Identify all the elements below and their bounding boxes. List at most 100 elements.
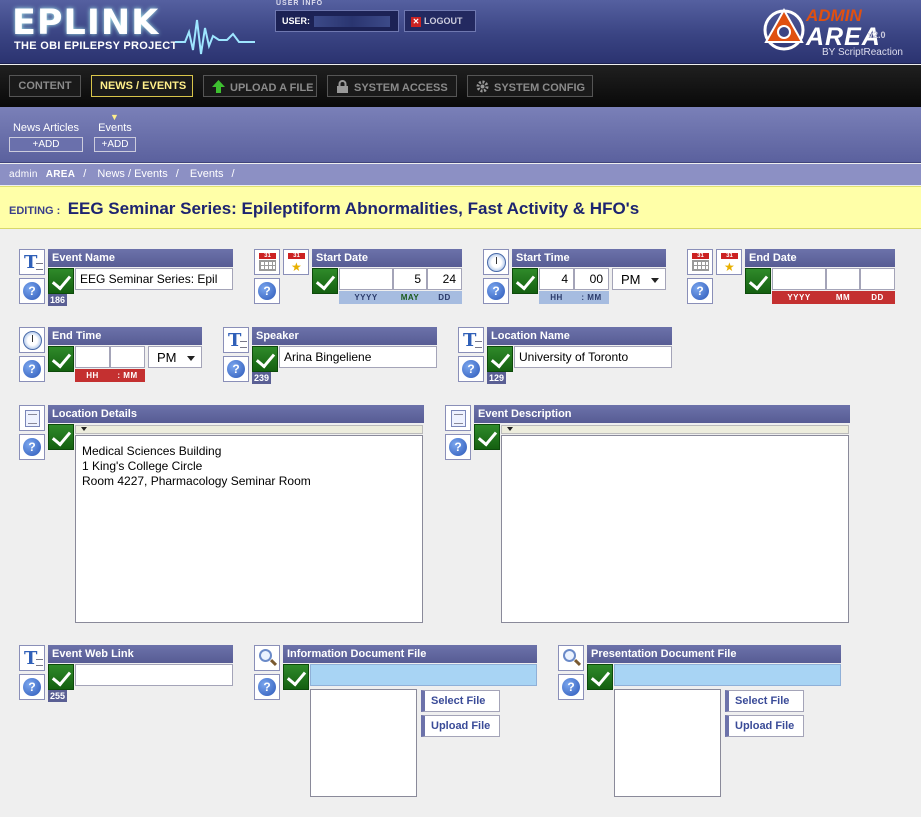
location-name-input[interactable]: University of Toronto — [514, 346, 672, 368]
pres-select-file-button[interactable]: Select File — [725, 690, 804, 712]
editor-toolbar-toggle[interactable] — [501, 425, 849, 434]
info-upload-file-button[interactable]: Upload File — [421, 715, 500, 737]
help-icon: ? — [23, 438, 41, 456]
nav-content[interactable]: CONTENT — [9, 75, 81, 97]
mm-label: : MM — [110, 369, 145, 382]
help-event-web-link[interactable]: ? — [19, 674, 45, 700]
clock-icon — [483, 249, 509, 275]
breadcrumb-admin-prefix: admin — [9, 169, 38, 180]
location-details-textarea[interactable]: Medical Sciences Building 1 King's Colle… — [75, 435, 423, 623]
dd-label: DD — [860, 291, 895, 304]
help-speaker[interactable]: ? — [223, 356, 249, 382]
user-info-label: USER INFO — [276, 0, 324, 7]
end-date-label: End Date — [745, 249, 895, 267]
calendar-number: 31 — [721, 253, 738, 259]
check-icon — [745, 268, 771, 294]
star-icon: ★ — [724, 260, 735, 274]
nav-news-events[interactable]: NEWS / EVENTS — [91, 75, 193, 97]
help-end-date[interactable]: ? — [687, 278, 713, 304]
start-date-year[interactable] — [339, 268, 393, 290]
nav-upload-file[interactable]: UPLOAD A FILE — [203, 75, 317, 97]
check-icon — [48, 664, 74, 690]
end-time-ampm-select[interactable]: PM — [148, 346, 202, 368]
start-date-day[interactable]: 24 — [427, 268, 462, 290]
start-time-minute[interactable]: 00 — [574, 268, 609, 290]
breadcrumb-news-events[interactable]: News / Events — [97, 168, 167, 180]
add-news-article-button[interactable]: +ADD — [9, 137, 83, 152]
text-lines-icon — [36, 659, 43, 666]
help-event-description[interactable]: ? — [445, 434, 471, 460]
chevron-down-icon — [651, 278, 659, 283]
check-icon — [487, 346, 513, 372]
event-name-input[interactable]: EEG Seminar Series: Epil — [75, 268, 233, 290]
start-date-month[interactable]: 5 — [393, 268, 427, 290]
nav-system-config[interactable]: SYSTEM CONFIG — [467, 75, 593, 97]
end-date-day[interactable] — [860, 268, 895, 290]
help-event-name[interactable]: ? — [19, 278, 45, 304]
help-icon: ? — [562, 678, 580, 696]
clock-icon — [19, 327, 45, 353]
page-title: EEG Seminar Series: Epileptiform Abnorma… — [67, 199, 640, 218]
presentation-document-list[interactable] — [614, 689, 721, 797]
file-browse-icon — [254, 645, 280, 671]
lock-icon — [337, 80, 348, 93]
check-icon — [312, 268, 338, 294]
logout-button[interactable]: ✕ LOGOUT — [404, 10, 476, 32]
logo-subtitle: THE OBI EPILEPSY PROJECT — [14, 40, 178, 52]
location-name-label: Location Name — [487, 327, 672, 345]
check-icon — [48, 268, 74, 294]
check-icon — [474, 424, 500, 450]
calendar-icon[interactable]: 31 — [687, 249, 713, 275]
hh-label: HH — [539, 291, 574, 304]
end-date-month[interactable] — [826, 268, 860, 290]
start-time-ampm-select[interactable]: PM — [612, 268, 666, 290]
info-document-list[interactable] — [310, 689, 417, 797]
breadcrumb-admin[interactable]: admin AREA — [9, 169, 75, 180]
nav-config-label: SYSTEM CONFIG — [494, 82, 586, 94]
end-time-hour[interactable] — [75, 346, 110, 368]
star-icon: ★ — [291, 260, 302, 274]
text-field-icon: T — [458, 327, 484, 353]
event-web-link-input[interactable] — [75, 664, 233, 686]
event-description-label: Event Description — [474, 405, 850, 423]
breadcrumb-sep: / — [231, 168, 235, 180]
presentation-document-path[interactable] — [614, 664, 841, 686]
breadcrumb-sep: / — [175, 168, 179, 180]
breadcrumb-events[interactable]: Events — [190, 168, 224, 180]
editor-toolbar-toggle[interactable] — [75, 425, 423, 434]
help-info-document[interactable]: ? — [254, 674, 280, 700]
pres-upload-file-button[interactable]: Upload File — [725, 715, 804, 737]
help-location-name[interactable]: ? — [458, 356, 484, 382]
help-icon: ? — [23, 282, 41, 300]
textarea-icon — [445, 405, 471, 431]
end-date-year[interactable] — [772, 268, 826, 290]
event-web-link-label: Event Web Link — [48, 645, 233, 663]
calendar-today-icon[interactable]: 31 ★ — [283, 249, 309, 275]
text-field-icon: T — [19, 249, 45, 275]
help-start-date[interactable]: ? — [254, 278, 280, 304]
calendar-icon[interactable]: 31 — [254, 249, 280, 275]
end-time-minute[interactable] — [110, 346, 145, 368]
help-location-details[interactable]: ? — [19, 434, 45, 460]
subnav-news-articles: News Articles +ADD — [9, 122, 83, 152]
start-time-hour[interactable]: 4 — [539, 268, 574, 290]
help-end-time[interactable]: ? — [19, 356, 45, 382]
end-ampm-value: PM — [157, 350, 177, 365]
start-time-label: Start Time — [512, 249, 666, 267]
help-presentation-document[interactable]: ? — [558, 674, 584, 700]
info-select-file-button[interactable]: Select File — [421, 690, 500, 712]
event-web-link-counter: 255 — [48, 690, 68, 702]
speaker-input[interactable]: Arina Bingeliene — [279, 346, 437, 368]
nav-system-access[interactable]: SYSTEM ACCESS — [327, 75, 457, 97]
event-description-textarea[interactable] — [501, 435, 849, 623]
add-event-button[interactable]: +ADD — [94, 137, 136, 152]
event-name-counter: 186 — [48, 294, 68, 306]
help-start-time[interactable]: ? — [483, 278, 509, 304]
help-icon: ? — [258, 282, 276, 300]
calendar-today-icon[interactable]: 31 ★ — [716, 249, 742, 275]
by-scriptreaction: BY ScriptReaction — [822, 47, 903, 58]
help-icon: ? — [691, 282, 709, 300]
gear-icon — [476, 80, 489, 93]
info-document-path[interactable] — [310, 664, 537, 686]
subnav-events-label: Events — [98, 122, 132, 134]
